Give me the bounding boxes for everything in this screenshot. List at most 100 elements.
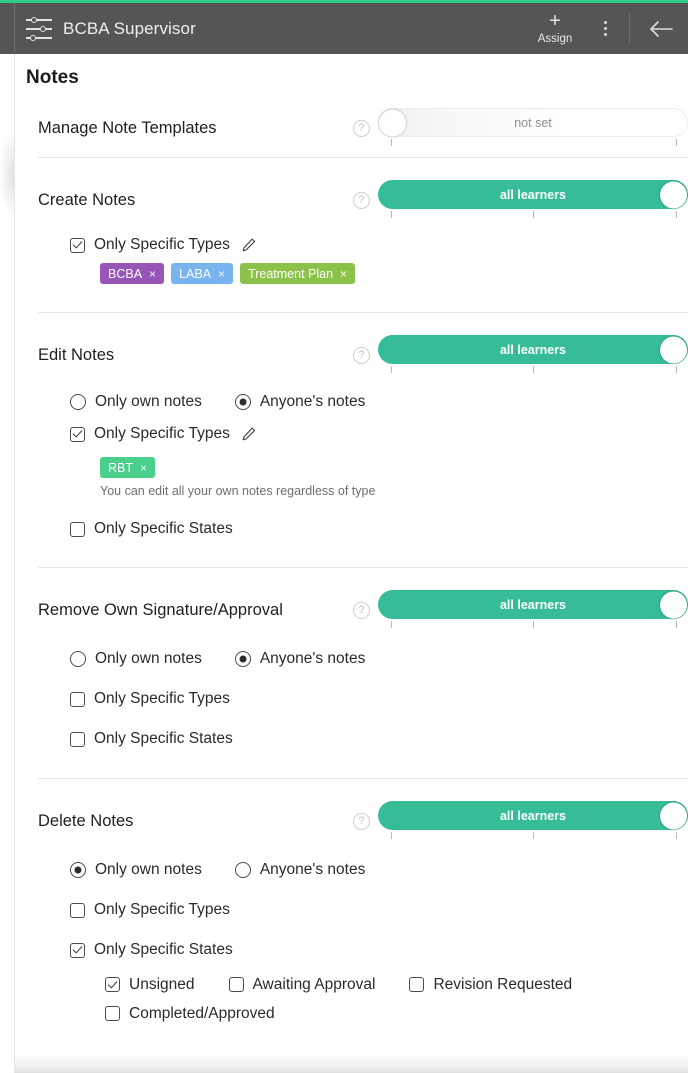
option-only-specific-types[interactable]: Only Specific Types	[70, 230, 688, 260]
option-label: Only Specific States	[94, 520, 233, 537]
option-only-specific-types[interactable]: Only Specific Types	[70, 894, 688, 926]
option-label: Only Specific Types	[94, 901, 230, 918]
option-label: Only own notes	[95, 393, 202, 410]
checkbox-only-specific-types[interactable]	[70, 426, 85, 442]
section-create-notes: Create Notes ? all learners Only Specifi…	[15, 180, 688, 313]
slider-ticks	[378, 832, 688, 841]
option-only-specific-states[interactable]: Only Specific States	[70, 723, 688, 755]
type-chip-list: BCBA × LABA × Treatment Plan ×	[15, 263, 688, 284]
help-icon[interactable]: ?	[353, 601, 370, 619]
page-title: Notes	[26, 67, 79, 88]
state-completed-approved[interactable]: Completed/Approved	[105, 999, 275, 1028]
checkbox-only-specific-states[interactable]	[70, 942, 85, 958]
state-row: Completed/Approved	[105, 999, 688, 1028]
slider-knob[interactable]	[660, 181, 687, 208]
radio-only-own-notes[interactable]	[70, 862, 86, 878]
help-icon[interactable]: ?	[353, 191, 370, 209]
option-only-specific-types[interactable]: Only Specific Types	[70, 418, 688, 450]
assign-button[interactable]: + Assign	[525, 3, 585, 54]
type-chip[interactable]: LABA ×	[171, 263, 234, 284]
checkbox-awaiting-approval[interactable]	[228, 977, 244, 992]
scope-slider-wrap: all learners	[378, 590, 688, 630]
section-title: Remove Own Signature/Approval	[38, 600, 283, 619]
app-screen: BCBA Supervisor + Assign Notes Manage No…	[0, 0, 688, 1073]
chip-remove-icon[interactable]: ×	[218, 267, 225, 281]
slider-knob[interactable]	[660, 802, 687, 829]
option-label: Only Specific States	[94, 941, 233, 958]
section-divider	[38, 312, 688, 313]
type-chip[interactable]: RBT ×	[100, 457, 156, 478]
scope-slider-wrap: all learners	[378, 335, 688, 375]
slider-knob[interactable]	[660, 336, 687, 363]
scope-slider-wrap: all learners	[378, 180, 688, 220]
chip-remove-icon[interactable]: ×	[340, 267, 347, 281]
chip-label: LABA	[179, 266, 212, 281]
scope-slider[interactable]: all learners	[378, 335, 688, 364]
state-awaiting-approval[interactable]: Awaiting Approval	[228, 970, 376, 999]
checkbox-completed-approved[interactable]	[105, 1006, 120, 1021]
checkbox-revision-requested[interactable]	[409, 977, 425, 992]
option-label: Only own notes	[95, 861, 202, 878]
state-label: Awaiting Approval	[252, 975, 376, 993]
option-only-specific-types[interactable]: Only Specific Types	[70, 683, 688, 715]
scope-slider-value: all learners	[499, 187, 566, 202]
section-title: Delete Notes	[38, 811, 134, 830]
section-divider	[38, 567, 688, 568]
header-title: BCBA Supervisor	[63, 18, 196, 38]
type-chip[interactable]: Treatment Plan ×	[240, 263, 356, 284]
plus-icon: +	[549, 9, 561, 32]
scope-slider[interactable]: all learners	[378, 590, 688, 619]
section-delete-notes: Delete Notes ? all learners Only own not…	[15, 801, 688, 1028]
state-checkbox-grid: Unsigned Awaiting Approval Revision Requ…	[15, 970, 688, 1028]
radio-only-own-notes[interactable]	[70, 651, 86, 667]
section-divider	[38, 157, 688, 158]
section-manage-note-templates: Manage Note Templates ? not set	[15, 108, 688, 158]
bottom-fade	[15, 1055, 688, 1073]
type-chip-list: RBT ×	[15, 457, 688, 478]
scope-slider[interactable]: all learners	[378, 801, 688, 830]
pencil-icon[interactable]	[241, 237, 257, 253]
slider-ticks	[378, 139, 688, 148]
scope-radio-group: Only own notes Anyone's notes	[70, 854, 688, 886]
section-remove-own-signature: Remove Own Signature/Approval ? all lear…	[15, 590, 688, 779]
option-only-specific-states[interactable]: Only Specific States	[70, 513, 688, 545]
option-label: Only Specific States	[94, 730, 233, 747]
checkbox-only-specific-types[interactable]	[70, 237, 85, 253]
radio-only-own-notes[interactable]	[70, 394, 86, 410]
pencil-icon[interactable]	[241, 426, 257, 442]
option-label: Only Specific Types	[94, 236, 230, 253]
scope-slider[interactable]: not set	[378, 108, 688, 137]
slider-knob[interactable]	[660, 591, 687, 618]
option-only-specific-states[interactable]: Only Specific States	[70, 934, 688, 966]
section-title: Edit Notes	[38, 345, 115, 364]
radio-anyones-notes[interactable]	[234, 651, 251, 667]
option-label: Anyone's notes	[259, 393, 366, 410]
help-icon[interactable]: ?	[353, 812, 370, 830]
header-divider	[629, 13, 630, 44]
kebab-menu-icon[interactable]	[585, 3, 625, 54]
checkbox-only-specific-states[interactable]	[70, 521, 85, 537]
checkbox-unsigned[interactable]	[105, 977, 120, 992]
chip-remove-icon[interactable]: ×	[149, 267, 156, 281]
help-icon[interactable]: ?	[353, 119, 370, 137]
state-label: Unsigned	[129, 975, 195, 993]
scope-slider[interactable]: all learners	[378, 180, 688, 209]
notes-permissions-panel: Notes Manage Note Templates ? not set Cr…	[15, 54, 688, 1073]
type-chip[interactable]: BCBA ×	[100, 263, 165, 284]
state-revision-requested[interactable]: Revision Requested	[409, 970, 572, 999]
scope-slider-wrap: all learners	[378, 801, 688, 841]
chip-remove-icon[interactable]: ×	[140, 461, 147, 475]
slider-knob[interactable]	[379, 109, 406, 136]
radio-anyones-notes[interactable]	[234, 862, 251, 878]
back-arrow-icon[interactable]	[634, 3, 688, 54]
radio-anyones-notes[interactable]	[234, 394, 251, 410]
sliders-icon[interactable]	[26, 16, 52, 42]
checkbox-only-specific-types[interactable]	[70, 902, 85, 918]
slider-ticks	[378, 211, 688, 220]
option-label: Only own notes	[95, 650, 202, 667]
checkbox-only-specific-types[interactable]	[70, 691, 85, 707]
section-title: Create Notes	[38, 190, 136, 209]
help-icon[interactable]: ?	[353, 346, 370, 364]
state-unsigned[interactable]: Unsigned	[105, 970, 195, 999]
checkbox-only-specific-states[interactable]	[70, 731, 85, 747]
